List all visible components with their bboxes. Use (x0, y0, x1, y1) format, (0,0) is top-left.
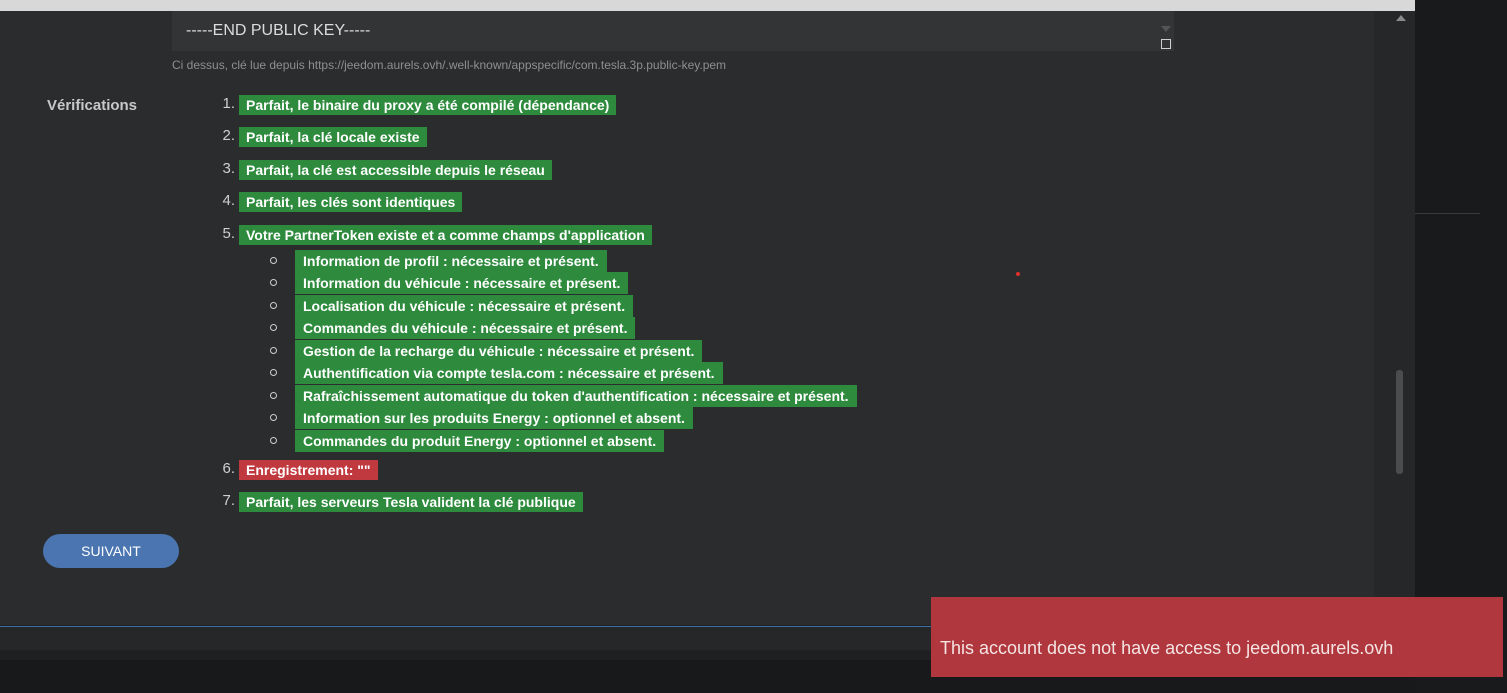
item-number: 4. (222, 192, 235, 209)
item-number: 6. (222, 460, 235, 477)
bullet-icon (270, 279, 277, 286)
check-item-registration: Enregistrement: "" (239, 460, 378, 480)
resize-handle-icon[interactable] (1161, 39, 1171, 49)
scrollbar[interactable] (1374, 11, 1415, 625)
top-strip (0, 0, 1415, 11)
public-key-end-line: -----END PUBLIC KEY----- (186, 22, 371, 39)
red-dot (1016, 272, 1020, 276)
check-item-key-accessible: Parfait, la clé est accessible depuis le… (239, 160, 552, 180)
textarea-scroll-down-icon[interactable] (1161, 26, 1171, 32)
scrollbar-thumb[interactable] (1396, 370, 1403, 474)
scope-item: Localisation du véhicule : nécessaire et… (295, 295, 634, 317)
bullet-icon (270, 324, 277, 331)
toast-message: This account does not have access to jee… (940, 638, 1394, 658)
bullet-icon (270, 347, 277, 354)
scope-item: Authentification via compte tesla.com : … (295, 362, 723, 384)
next-button[interactable]: SUIVANT (43, 534, 179, 568)
scope-item: Information sur les produits Energy : op… (295, 407, 693, 429)
scope-item: Commandes du produit Energy : optionnel … (295, 430, 665, 452)
public-key-source-hint: Ci dessus, clé lue depuis https://jeedom… (172, 58, 727, 72)
bullet-icon (270, 437, 277, 444)
bullet-icon (270, 369, 277, 376)
scope-item: Commandes du véhicule : nécessaire et pr… (295, 317, 636, 339)
item-number: 3. (222, 160, 235, 177)
item-number: 1. (222, 95, 235, 112)
check-item-tesla-validate: Parfait, les serveurs Tesla valident la … (239, 492, 583, 512)
bullet-icon (270, 392, 277, 399)
scope-item: Information du véhicule : nécessaire et … (295, 272, 629, 294)
check-item-partner-token: Votre PartnerToken existe et a comme cha… (239, 225, 652, 245)
bullet-icon (270, 414, 277, 421)
bullet-icon (270, 302, 277, 309)
scroll-up-icon[interactable] (1396, 15, 1406, 21)
item-number: 2. (222, 127, 235, 144)
check-item-local-key: Parfait, la clé locale existe (239, 127, 427, 147)
check-item-keys-identical: Parfait, les clés sont identiques (239, 192, 463, 212)
scope-item: Gestion de la recharge du véhicule : néc… (295, 340, 703, 362)
app-window: -----END PUBLIC KEY----- Ci dessus, clé … (0, 0, 1507, 693)
scope-item: Rafraîchissement automatique du token d'… (295, 385, 857, 407)
verifications-label: Vérifications (47, 97, 138, 114)
check-item-proxy-binary: Parfait, le binaire du proxy a été compi… (239, 95, 617, 115)
right-dark-panel (1415, 0, 1507, 693)
scope-item: Information de profil : nécessaire et pr… (295, 250, 607, 272)
bullet-icon (270, 257, 277, 264)
item-number: 5. (222, 225, 235, 242)
main-panel (0, 11, 1374, 625)
divider (1415, 213, 1480, 214)
error-toast[interactable]: This account does not have access to jee… (931, 597, 1503, 677)
item-number: 7. (222, 492, 235, 509)
